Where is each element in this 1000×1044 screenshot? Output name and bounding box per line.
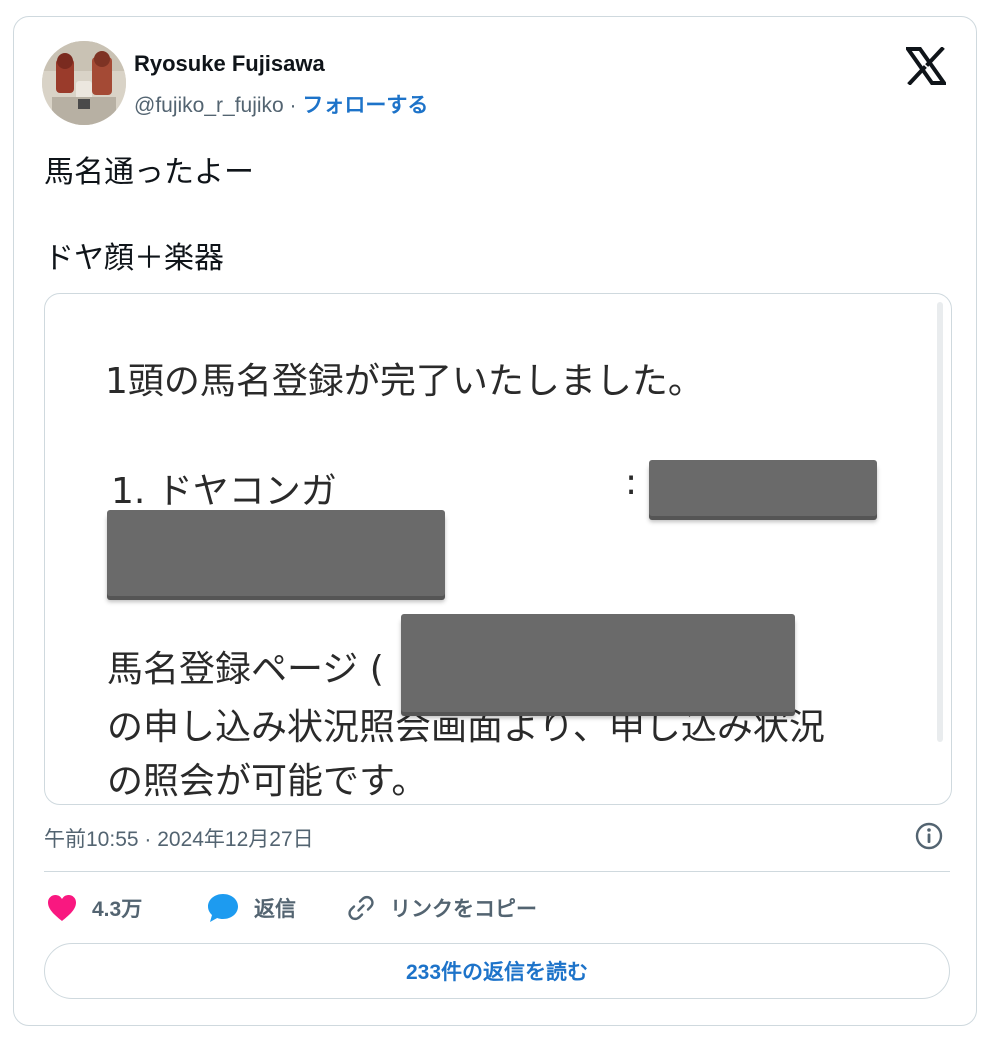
read-replies-button[interactable]: 233件の返信を読む [44, 943, 950, 999]
divider [44, 871, 950, 872]
speech-bubble-icon [208, 894, 238, 922]
follow-button[interactable]: フォローする [302, 94, 428, 117]
redaction-block-1 [649, 460, 877, 516]
x-logo-icon[interactable] [904, 46, 948, 86]
author-handle[interactable]: @fujiko_r_fujiko [134, 94, 284, 117]
link-icon [348, 895, 374, 921]
tweet-card: Ryosuke Fujisawa @fujiko_r_fujiko · フォロー… [13, 16, 977, 1026]
copy-link-button[interactable]: リンクをコピー [346, 891, 537, 925]
redaction-block-2 [107, 510, 445, 596]
info-icon[interactable] [914, 821, 944, 851]
like-count: 4.3万 [92, 898, 143, 921]
tweet-timestamp[interactable]: 午前10:55 · 2024年12月27日 [44, 823, 314, 853]
redaction-block-3 [401, 614, 795, 712]
media-text-line-1: 1頭の馬名登録が完了いたしました。 [105, 361, 704, 402]
tweet-text-line-1: 馬名通ったよー [44, 155, 254, 190]
media-colon: : [625, 462, 638, 503]
separator: · [283, 94, 303, 117]
like-button[interactable]: 4.3万 [46, 891, 142, 925]
tweet-media-image[interactable]: 1頭の馬名登録が完了いたしました。 1. ドヤコンガ : 馬名登録ページ ( の… [44, 293, 952, 805]
copy-link-label: リンクをコピー [390, 898, 537, 921]
media-text-line-3: 馬名登録ページ ( [107, 649, 384, 690]
media-text-line-5: の照会が可能です。 [107, 761, 428, 802]
reply-button[interactable]: 返信 [206, 891, 296, 925]
media-scrollbar[interactable] [937, 302, 943, 742]
reply-label: 返信 [254, 898, 296, 921]
heart-icon [48, 895, 76, 921]
tweet-text-line-2: ドヤ顔＋楽器 [44, 241, 224, 276]
avatar[interactable] [42, 41, 126, 125]
avatar-image [42, 41, 126, 125]
author-meta: @fujiko_r_fujiko · フォローする [134, 89, 428, 119]
author-name[interactable]: Ryosuke Fujisawa [134, 51, 325, 77]
media-item-label: 1. ドヤコンガ [111, 471, 337, 512]
